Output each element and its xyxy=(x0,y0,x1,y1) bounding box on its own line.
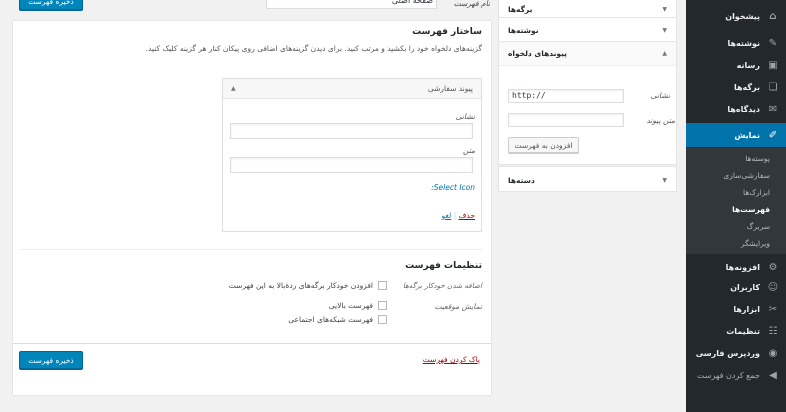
save-menu-button-top[interactable]: ذخیره فهرست xyxy=(19,0,83,10)
cancel-item-link[interactable]: لغو xyxy=(442,211,452,220)
item-actions: حذف | لغو xyxy=(420,211,475,220)
menu-item-handle[interactable]: پیوند سفارشی xyxy=(223,79,481,99)
submenu-themes[interactable]: پوسته‌ها xyxy=(745,154,770,163)
pages-box-title: برگه‌ها xyxy=(508,4,533,14)
submenu-customize[interactable]: سفارشی‌سازی xyxy=(723,171,770,180)
chevron-down-icon: ▼ xyxy=(662,5,667,13)
chevron-up-icon: ▲ xyxy=(662,50,667,57)
display-location-label: نمایش موقعیت xyxy=(434,302,482,311)
pin-icon: ✎ xyxy=(768,37,778,49)
pages-box: برگه‌ها ▼ xyxy=(498,0,677,18)
posts-box-title: نوشته‌ها xyxy=(508,25,539,35)
sidebar-item-label: جمع کردن فهرست xyxy=(696,370,760,380)
sidebar-item-collapse[interactable]: ◀ جمع کردن فهرست xyxy=(686,364,786,386)
submenu-widgets[interactable]: ابزارک‌ها xyxy=(743,188,770,197)
auto-add-option-label: افزودن خودکار برگه‌های ردهٔ‌بالا به این … xyxy=(228,281,373,290)
location-top-checkbox[interactable] xyxy=(378,301,387,310)
menu-name-label: نام فهرست xyxy=(453,0,490,8)
users-icon: ☺ xyxy=(767,281,779,293)
delete-menu-link[interactable]: پاک کردن فهرست xyxy=(400,355,480,364)
settings-icon: ☷ xyxy=(768,325,778,337)
menu-item-text-input[interactable] xyxy=(230,157,473,173)
sidebar-item-settings[interactable]: ☷ تنظیمات xyxy=(686,320,786,342)
sidebar-item-users[interactable]: ☺ کاربران xyxy=(686,276,786,298)
chevron-down-icon: ▼ xyxy=(662,26,667,34)
remove-item-link[interactable]: حذف xyxy=(459,211,475,220)
appearance-submenu: پوسته‌ها سفارشی‌سازی ابزارک‌ها فهرست‌ها … xyxy=(686,148,786,254)
comments-icon: ✉ xyxy=(768,103,778,115)
sidebar-item-label: کاربران xyxy=(730,282,760,292)
location-social-label: فهرست شبکه‌های اجتماعی xyxy=(288,315,373,324)
wp-persian-icon: ◉ xyxy=(768,347,778,359)
menu-item-text-label: متن xyxy=(463,146,475,155)
auto-add-checkbox[interactable] xyxy=(378,281,387,290)
posts-box-header[interactable]: نوشته‌ها ▼ xyxy=(499,18,676,42)
custom-link-text-input[interactable] xyxy=(508,113,624,127)
sidebar-item-plugins[interactable]: ⚙ افزونه‌ها xyxy=(686,256,786,278)
posts-box: نوشته‌ها ▼ xyxy=(498,17,677,42)
custom-link-url-input[interactable]: http:// xyxy=(508,89,624,103)
collapse-icon: ◀ xyxy=(769,369,777,381)
sidebar-item-wp-persian[interactable]: ◉ وردپرس فارسی xyxy=(686,342,786,364)
save-menu-button-bottom[interactable]: ذخیره فهرست xyxy=(19,351,83,369)
sidebar-item-label: نمایش xyxy=(734,130,760,140)
sidebar-item-pages[interactable]: ❏ برگه‌ها xyxy=(686,76,786,98)
sidebar-item-label: وردپرس فارسی xyxy=(695,348,760,358)
select-icon-link[interactable]: Select Icon xyxy=(434,183,475,192)
appearance-icon: ✐ xyxy=(768,129,778,141)
submenu-menus[interactable]: فهرست‌ها xyxy=(732,205,770,214)
submenu-header[interactable]: سربرگ xyxy=(747,222,770,231)
sidebar-item-label: تنظیمات xyxy=(726,326,760,336)
custom-link-url-label: نشانی xyxy=(650,91,670,100)
tools-icon: ✂ xyxy=(768,303,778,315)
menu-item-url-label: نشانی xyxy=(455,112,475,121)
footer-divider xyxy=(13,343,491,344)
menu-item-url-input[interactable] xyxy=(230,123,473,139)
submenu-editor[interactable]: ویرایشگر xyxy=(741,239,770,248)
admin-sidebar: پوسته‌ها سفارشی‌سازی ابزارک‌ها فهرست‌ها … xyxy=(680,0,786,412)
location-top-label: فهرست بالایی xyxy=(328,301,373,310)
menu-name-input[interactable]: صفحه اصلی xyxy=(266,0,437,9)
dashboard-icon: ⌂ xyxy=(769,10,777,22)
categories-box-title: دسته‌ها xyxy=(508,175,535,185)
section-divider xyxy=(20,249,482,250)
add-to-menu-button[interactable]: افزودن به فهرست xyxy=(508,137,579,153)
chevron-up-icon[interactable]: ▲ xyxy=(231,85,236,92)
custom-links-box-header[interactable]: پیوندهای دلخواه ▲ xyxy=(499,42,676,66)
menu-structure-title: ساختار فهرست xyxy=(412,27,482,37)
sidebar-item-label: برگه‌ها xyxy=(733,82,760,92)
sidebar-item-tools[interactable]: ✂ ابزارها xyxy=(686,298,786,320)
location-social-checkbox[interactable] xyxy=(378,315,387,324)
sidebar-item-label: نوشته‌ها xyxy=(727,38,760,48)
sidebar-item-appearance[interactable]: ✐ نمایش xyxy=(680,123,786,147)
sidebar-item-label: پیشخوان xyxy=(725,11,760,21)
menu-structure-description: گزینه‌های دلخواه خود را بکشید و مرتب کنی… xyxy=(145,44,482,53)
select-icon-row: :Select Icon xyxy=(420,183,475,192)
custom-links-box-title: پیوندهای دلخواه xyxy=(508,49,568,58)
sidebar-item-label: رسانه xyxy=(736,60,760,70)
categories-box: دسته‌ها ▼ xyxy=(498,166,677,192)
sidebar-item-label: افزونه‌ها xyxy=(725,262,760,272)
sidebar-item-label: ابزارها xyxy=(733,304,760,314)
categories-box-header[interactable]: دسته‌ها ▼ xyxy=(499,167,676,193)
sidebar-item-dashboard[interactable]: ⌂ پیشخوان xyxy=(686,5,786,27)
custom-link-text-label: متن پیوند xyxy=(646,116,675,125)
sidebar-item-label: دیدگاه‌ها xyxy=(727,104,760,114)
menu-item-card xyxy=(222,78,482,232)
media-icon: ▣ xyxy=(768,59,778,71)
plugins-icon: ⚙ xyxy=(768,261,778,273)
action-separator: | xyxy=(453,211,457,220)
sidebar-item-pin[interactable]: ✎ نوشته‌ها xyxy=(686,32,786,54)
sidebar-item-comments[interactable]: ✉ دیدگاه‌ها xyxy=(686,98,786,120)
pages-icon: ❏ xyxy=(768,81,778,93)
auto-add-label: اضافه شدن خودکار برگه‌ها xyxy=(402,281,482,290)
menu-item-title: پیوند سفارشی xyxy=(427,84,473,93)
sidebar-item-media[interactable]: ▣ رسانه xyxy=(686,54,786,76)
menu-settings-title: تنظیمات فهرست xyxy=(405,261,482,271)
chevron-down-icon: ▼ xyxy=(662,176,667,184)
